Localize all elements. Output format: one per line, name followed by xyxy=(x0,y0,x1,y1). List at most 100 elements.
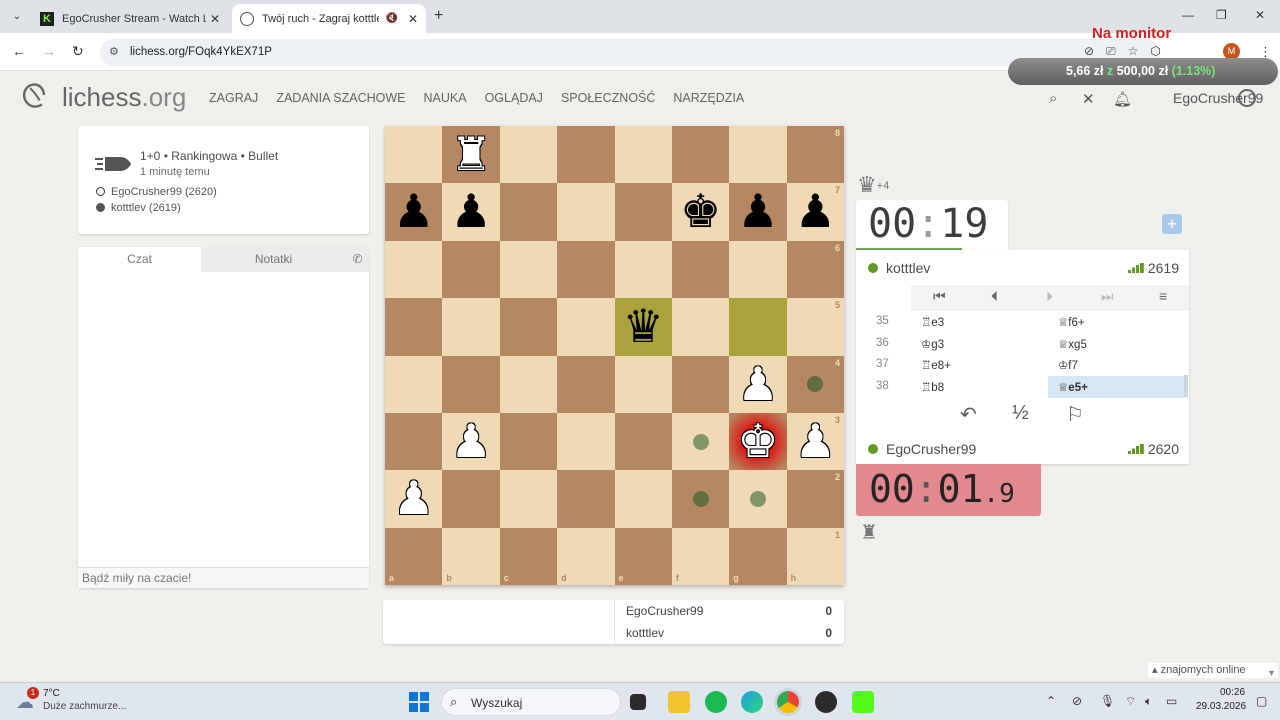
task-view-icon[interactable] xyxy=(630,694,646,710)
new-tab-button[interactable]: + xyxy=(434,7,443,25)
square-g5[interactable] xyxy=(729,298,787,356)
resign-flag-button[interactable]: ⚐ xyxy=(1066,402,1084,427)
reload-icon[interactable]: ↻ xyxy=(72,43,84,60)
square-d2[interactable] xyxy=(557,470,615,528)
square-g6[interactable] xyxy=(729,240,787,299)
black-move[interactable]: ♔f7 xyxy=(1048,354,1185,376)
square-f4[interactable] xyxy=(671,355,730,413)
square-f5[interactable] xyxy=(671,298,730,356)
piece-white-b3[interactable]: ♟ xyxy=(442,413,499,470)
square-b4[interactable] xyxy=(442,355,500,413)
square-c7[interactable] xyxy=(499,183,558,241)
draw-offer-button[interactable]: ½ xyxy=(1012,402,1029,425)
square-c6[interactable] xyxy=(499,240,558,299)
tab-notes[interactable]: Notatki xyxy=(201,247,346,272)
square-a6[interactable] xyxy=(385,240,443,299)
phone-icon[interactable]: ✆ xyxy=(346,247,369,272)
chat-input[interactable]: Bądź miły na czacie! xyxy=(78,567,369,588)
kick-app-icon[interactable] xyxy=(852,691,874,713)
chess-board[interactable]: ♜ ♟ ♟ ♚ ♟ ♟ ♛ ♟ ♟ ♚ ♟ ♟ a b c d e f g h 8 7 6 5 4 3 2 1 xyxy=(385,126,844,585)
square-d6[interactable] xyxy=(557,240,615,299)
piece-black-e5[interactable]: ♛ xyxy=(615,298,672,355)
piece-white-g3[interactable]: ♚ xyxy=(729,413,786,470)
nav-learn[interactable]: NAUKA xyxy=(424,91,467,105)
nav-puzzles[interactable]: ZADANIA SZACHOWE xyxy=(276,91,405,105)
square-c8[interactable] xyxy=(499,126,558,184)
piece-black-a7[interactable]: ♟ xyxy=(385,183,442,240)
square-d5[interactable] xyxy=(557,298,615,356)
white-move[interactable]: ♖e3 xyxy=(921,315,944,329)
chrome-icon[interactable] xyxy=(777,691,799,713)
opponent-name[interactable]: kotttlev xyxy=(886,260,930,276)
black-move[interactable]: ♕e5+ xyxy=(1048,375,1185,398)
back-icon[interactable]: ← xyxy=(12,43,26,59)
piece-white-b8[interactable]: ♜ xyxy=(442,126,499,183)
square-f1[interactable] xyxy=(671,527,730,585)
nav-tools[interactable]: NARZĘDZIA xyxy=(673,91,744,105)
tray-expand-icon[interactable]: ⌃ xyxy=(1046,694,1056,708)
black-move[interactable]: ♕xg5 xyxy=(1048,333,1185,355)
taskbar-date[interactable]: 29.03.2026 xyxy=(1196,701,1246,712)
score-player-1[interactable]: EgoCrusher99 xyxy=(614,604,703,618)
scroll-down-icon[interactable]: ▼ xyxy=(1267,668,1276,678)
tab-chat[interactable]: Czat xyxy=(78,247,201,272)
square-f6[interactable] xyxy=(671,240,730,299)
square-d7[interactable] xyxy=(557,183,615,241)
piece-black-b7[interactable]: ♟ xyxy=(442,183,499,240)
close-tab-icon[interactable]: ✕ xyxy=(408,12,418,26)
nav-watch[interactable]: OGLĄDAJ xyxy=(485,91,543,105)
search-icon[interactable]: ⌕ xyxy=(1049,90,1057,107)
notifications-icon[interactable]: ▢ xyxy=(1256,694,1267,708)
square-d8[interactable] xyxy=(557,126,615,184)
nav-play[interactable]: ZAGRAJ xyxy=(209,91,258,105)
square-e6[interactable] xyxy=(614,240,672,299)
muted-icon[interactable]: 🔇 xyxy=(385,13,397,24)
square-a5[interactable] xyxy=(385,298,443,356)
spotify-icon[interactable] xyxy=(705,691,727,713)
move-hint-dot[interactable] xyxy=(692,490,709,507)
square-b6[interactable] xyxy=(442,240,500,299)
square-c4[interactable] xyxy=(499,355,558,413)
tray-icon-1[interactable]: ⊘ xyxy=(1072,694,1082,708)
weather-temp[interactable]: 7°C xyxy=(43,688,60,699)
forward-icon[interactable]: → xyxy=(42,43,56,59)
windows-start-icon[interactable] xyxy=(409,692,429,712)
close-tab-icon[interactable]: ✕ xyxy=(210,12,220,26)
square-e4[interactable] xyxy=(614,355,672,413)
piece-black-g7[interactable]: ♟ xyxy=(729,183,786,240)
square-f8[interactable] xyxy=(671,126,730,184)
square-d3[interactable] xyxy=(557,412,615,471)
white-move[interactable]: ♔g3 xyxy=(921,337,944,351)
move-list-scrollbar[interactable] xyxy=(1184,375,1188,397)
move-hint-dot[interactable] xyxy=(692,433,709,450)
first-move-icon[interactable]: ⏮ xyxy=(933,288,946,305)
square-e7[interactable] xyxy=(614,183,672,241)
square-a3[interactable] xyxy=(385,412,443,471)
square-b5[interactable] xyxy=(442,298,500,356)
obs-icon[interactable] xyxy=(815,691,837,713)
microphone-icon[interactable]: 🎙︎ xyxy=(1100,694,1115,708)
bell-icon[interactable]: 🔔︎ xyxy=(1113,90,1132,108)
move-hint-dot[interactable] xyxy=(749,490,766,507)
square-a8[interactable] xyxy=(385,126,443,184)
taskbar-time[interactable]: 00:26 xyxy=(1220,687,1245,698)
address-bar[interactable]: ⚙ lichess.org/FOqk4YkEX71P xyxy=(100,39,1160,66)
volume-icon[interactable]: 🔈︎ xyxy=(1145,694,1152,709)
square-b2[interactable] xyxy=(442,470,500,528)
square-e3[interactable] xyxy=(614,412,672,471)
close-window-icon[interactable]: ✕ xyxy=(1255,8,1265,22)
white-player[interactable]: EgoCrusher99 (2620) xyxy=(96,186,217,198)
taskbar-search[interactable]: ⌕ Wyszukaj xyxy=(441,688,621,716)
add-time-button[interactable]: + xyxy=(1162,214,1182,234)
edge-icon[interactable] xyxy=(741,691,763,713)
minimize-icon[interactable]: — xyxy=(1182,8,1194,22)
menu-icon[interactable]: ≡ xyxy=(1159,288,1167,304)
white-move[interactable]: ♖b8 xyxy=(921,380,944,394)
battery-icon[interactable]: ▭ xyxy=(1166,694,1177,708)
white-move[interactable]: ♖e8+ xyxy=(921,358,951,372)
square-d4[interactable] xyxy=(557,355,615,413)
file-explorer-icon[interactable] xyxy=(668,691,690,713)
tab-search-button[interactable]: ⌄ xyxy=(6,6,28,28)
me-name[interactable]: EgoCrusher99 xyxy=(886,441,976,457)
site-logo-text[interactable]: lichess.org xyxy=(62,82,186,113)
